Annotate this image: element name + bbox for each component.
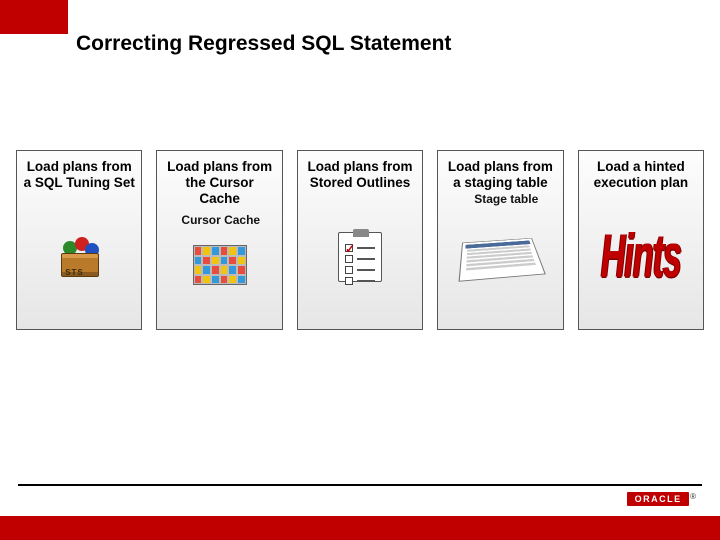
footer-divider <box>18 484 702 486</box>
card-title: Load plans from the Cursor Cache <box>163 159 275 208</box>
card-body: Hints <box>585 191 697 323</box>
card-staging-table: Load plans from a staging table Stage ta… <box>437 150 563 330</box>
card-sql-tuning-set: Load plans from a SQL Tuning Set <box>16 150 142 330</box>
card-body <box>304 191 416 323</box>
card-title: Load plans from a staging table <box>444 159 556 191</box>
card-title: Load plans from a SQL Tuning Set <box>23 159 135 191</box>
card-hinted-plan: Load a hinted execution plan Hints <box>578 150 704 330</box>
card-cursor-cache: Load plans from the Cursor Cache Cursor … <box>156 150 282 330</box>
card-title: Load a hinted execution plan <box>585 159 697 191</box>
brand-red-block <box>0 0 68 34</box>
card-body <box>23 191 135 323</box>
card-stored-outlines: Load plans from Stored Outlines <box>297 150 423 330</box>
cursor-cache-caption: Cursor Cache <box>181 214 260 227</box>
card-title: Load plans from Stored Outlines <box>304 159 416 191</box>
sts-box-icon <box>53 235 105 279</box>
slide-title: Correcting Regressed SQL Statement <box>76 32 451 56</box>
hints-wordart-icon: Hints <box>601 222 681 292</box>
cards-row: Load plans from a SQL Tuning Set Load pl… <box>16 150 704 330</box>
oracle-logo-text: ORACLE <box>627 492 689 506</box>
stage-table-caption: Stage table <box>474 193 538 206</box>
footer-red-bar <box>0 516 720 540</box>
card-body: Stage table <box>444 191 556 323</box>
staging-table-sheet-icon <box>459 238 546 282</box>
registered-mark: ® <box>690 492 696 501</box>
checklist-clipboard-icon <box>338 232 382 282</box>
card-body: Cursor Cache <box>163 208 275 323</box>
slide-footer: ORACLE ® <box>0 484 720 540</box>
grid-table-icon <box>193 245 247 285</box>
oracle-logo: ORACLE ® <box>627 492 696 506</box>
